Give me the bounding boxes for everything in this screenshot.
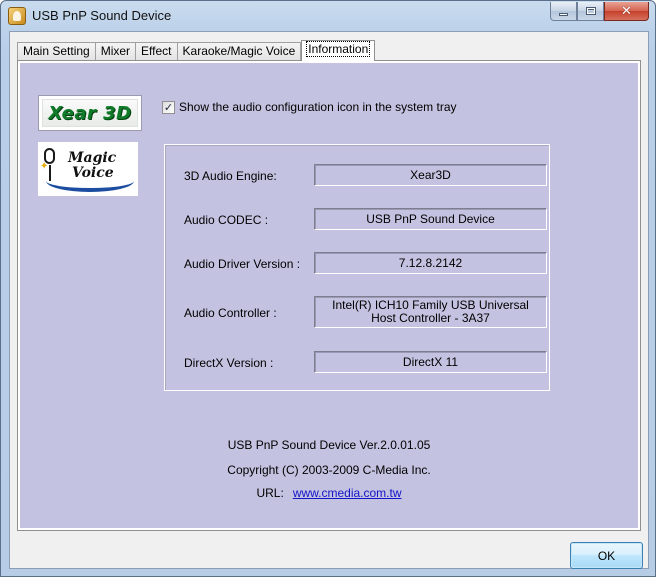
info-value-field: DirectX 11 [314, 351, 547, 373]
tab-main-setting[interactable]: Main Setting [17, 42, 96, 61]
tab-information-label: Information [306, 41, 371, 57]
system-tray-icon-label: Show the audio configuration icon in the… [179, 100, 457, 114]
info-label: DirectX Version : [184, 356, 274, 370]
info-value-field: 7.12.8.2142 [314, 252, 547, 274]
maximize-icon [585, 7, 596, 15]
window-controls: ✕ [550, 2, 649, 22]
xear3d-logo-inner: Xear 3D [42, 99, 138, 127]
info-row-audio-controller: Audio Controller : Intel(R) ICH10 Family… [165, 296, 551, 328]
info-label: Audio Driver Version : [184, 257, 301, 271]
audio-info-group: 3D Audio Engine: Xear3D Audio CODEC : US… [164, 144, 550, 391]
tab-effect[interactable]: Effect [135, 42, 178, 61]
ok-button[interactable]: OK [570, 542, 643, 569]
info-row-directx-version: DirectX Version : DirectX 11 [165, 351, 551, 375]
cmedia-website-link[interactable]: www.cmedia.com.tw [293, 486, 402, 500]
minimize-button[interactable] [550, 2, 577, 21]
magic-voice-logo-word1: Magic [68, 150, 117, 166]
maximize-button[interactable] [577, 2, 604, 21]
xear3d-logo: Xear 3D [38, 95, 142, 131]
url-label: URL: [256, 486, 284, 500]
info-value-field: Xear3D [314, 164, 547, 186]
minimize-icon [559, 12, 568, 16]
app-icon[interactable] [8, 7, 26, 25]
tab-strip: Main Setting Mixer Effect Karaoke/Magic … [17, 39, 376, 61]
url-line: URL: www.cmedia.com.tw [20, 486, 638, 500]
xear3d-logo-text: Xear 3D [48, 102, 132, 124]
title-bar[interactable]: USB PnP Sound Device ✕ [1, 1, 655, 31]
version-text: USB PnP Sound Device Ver.2.0.01.05 [227, 438, 431, 452]
system-tray-icon-checkbox[interactable]: ✓ Show the audio configuration icon in t… [162, 100, 457, 114]
info-value-field: USB PnP Sound Device [314, 208, 547, 230]
window-title: USB PnP Sound Device [32, 8, 172, 23]
information-panel-body: Xear 3D ✦ Magic Voice ✓ Show the audio c… [20, 63, 638, 528]
info-label: Audio Controller : [184, 306, 277, 320]
tab-information[interactable]: Information [301, 40, 376, 61]
dialog-client-area: Main Setting Mixer Effect Karaoke/Magic … [9, 31, 649, 569]
star-icon: ✦ [40, 161, 49, 172]
dialog-window: USB PnP Sound Device ✕ Main Setting Mixe… [0, 0, 656, 577]
info-label: 3D Audio Engine: [184, 169, 277, 183]
info-row-3d-audio-engine: 3D Audio Engine: Xear3D [165, 164, 551, 188]
info-row-audio-driver-version: Audio Driver Version : 7.12.8.2142 [165, 252, 551, 276]
magic-voice-logo: ✦ Magic Voice [38, 142, 138, 196]
info-row-audio-codec: Audio CODEC : USB PnP Sound Device [165, 208, 551, 232]
info-label: Audio CODEC : [184, 213, 269, 227]
magic-voice-logo-word2: Voice [72, 165, 114, 181]
close-icon: ✕ [621, 3, 632, 19]
tab-mixer[interactable]: Mixer [94, 42, 137, 61]
checkmark-icon: ✓ [163, 100, 174, 114]
tab-karaoke-magic-voice[interactable]: Karaoke/Magic Voice [176, 42, 302, 61]
info-value-field: Intel(R) ICH10 Family USB Universal Host… [314, 296, 547, 328]
checkbox-box[interactable]: ✓ [162, 100, 175, 114]
copyright-text: Copyright (C) 2003-2009 C-Media Inc. [227, 463, 431, 477]
close-button[interactable]: ✕ [604, 2, 649, 21]
information-tab-panel: Xear 3D ✦ Magic Voice ✓ Show the audio c… [17, 60, 641, 531]
